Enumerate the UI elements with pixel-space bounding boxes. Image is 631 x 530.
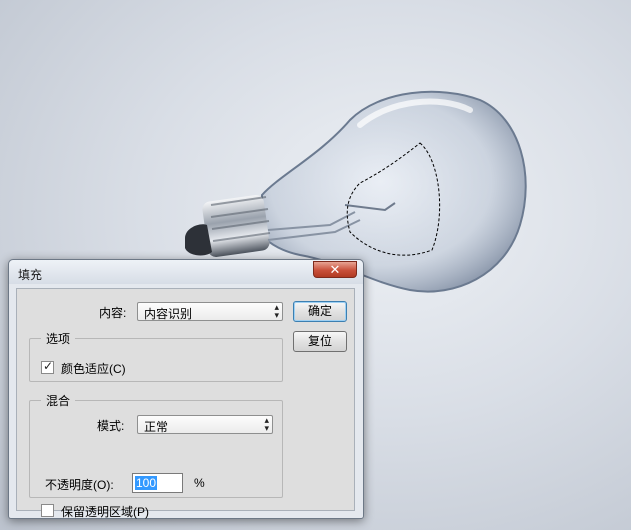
chevron-updown-icon: ▴ ▾ <box>274 302 279 320</box>
color-adapt-checkbox[interactable]: ✓ <box>41 359 54 374</box>
close-icon: ✕ <box>329 262 341 277</box>
contents-select[interactable]: 内容识别 ▴ ▾ <box>137 302 283 321</box>
opacity-unit: % <box>194 476 205 490</box>
mode-label: 模式: <box>97 419 125 433</box>
dialog-title: 填充 <box>18 268 43 282</box>
checkmark-icon: ✓ <box>43 359 54 373</box>
preserve-transparency-label[interactable]: 保留透明区域(P) <box>61 503 149 520</box>
mode-select-value: 正常 <box>144 420 169 434</box>
ok-button[interactable]: 确定 <box>293 301 347 322</box>
mode-select[interactable]: 正常 ▴ ▾ <box>137 415 273 434</box>
chevron-updown-icon: ▴ ▾ <box>264 415 269 433</box>
options-group-legend: 选项 <box>41 330 76 347</box>
options-group: 选项 ✓ 颜色适应(C) <box>29 330 283 382</box>
fill-dialog: 填充 ✕ 内容: 内容识别 ▴ ▾ 确定 复位 选项 ✓ 颜色适应(C) 混合 模… <box>8 259 364 519</box>
preserve-transparency-checkbox[interactable] <box>41 504 54 517</box>
opacity-input-value: 100 <box>135 476 158 490</box>
dialog-titlebar[interactable]: 填充 ✕ <box>9 260 363 284</box>
close-button[interactable]: ✕ <box>313 261 357 278</box>
reset-button[interactable]: 复位 <box>293 331 347 352</box>
opacity-input[interactable]: 100 <box>132 473 183 493</box>
contents-select-value: 内容识别 <box>144 307 193 321</box>
color-adapt-label[interactable]: 颜色适应(C) <box>61 360 126 377</box>
dialog-body: 内容: 内容识别 ▴ ▾ 确定 复位 选项 ✓ 颜色适应(C) 混合 模式: 正常… <box>16 288 355 519</box>
opacity-label: 不透明度(O): <box>45 478 114 492</box>
blend-group-legend: 混合 <box>41 392 76 409</box>
contents-label: 内容: <box>99 306 127 320</box>
